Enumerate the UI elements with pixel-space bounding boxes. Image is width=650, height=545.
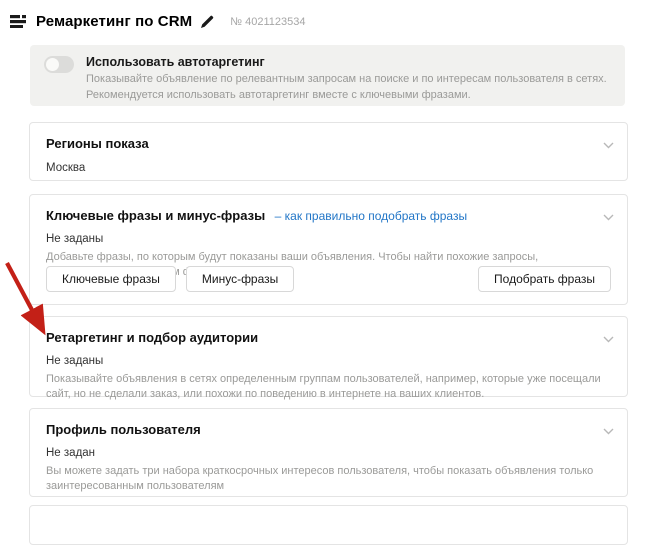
keywords-help-link[interactable]: – как правильно подобрать фразы	[275, 209, 467, 223]
card-user-profile-title: Профиль пользователя	[46, 422, 201, 437]
page-title: Ремаркетинг по CRM	[36, 13, 192, 30]
card-retargeting: Ретаргетинг и подбор аудитории Не заданы…	[29, 316, 628, 397]
card-regions-value: Москва	[46, 162, 611, 174]
card-keywords-status: Не заданы	[46, 233, 611, 245]
card-retargeting-title: Ретаргетинг и подбор аудитории	[46, 330, 258, 345]
autotargeting-section: Использовать автотаргетинг Показывайте о…	[30, 45, 625, 106]
card-retargeting-status: Не заданы	[46, 355, 611, 367]
campaign-list-icon	[10, 15, 26, 28]
autotargeting-toggle[interactable]	[44, 56, 74, 73]
card-regions: Регионы показа Москва	[29, 122, 628, 181]
edit-pencil-icon[interactable]	[200, 15, 214, 29]
page-header: Ремаркетинг по CRM № 4021123534	[10, 13, 305, 30]
toggle-knob	[46, 58, 59, 71]
campaign-number: № 4021123534	[230, 16, 305, 28]
keywords-button[interactable]: Ключевые фразы	[46, 266, 176, 292]
card-user-profile-status: Не задан	[46, 447, 611, 459]
minus-phrases-button[interactable]: Минус-фразы	[186, 266, 294, 292]
chevron-down-icon[interactable]	[603, 136, 614, 143]
card-user-profile-description: Вы можете задать три набора краткосрочны…	[46, 464, 611, 495]
chevron-down-icon[interactable]	[603, 422, 614, 429]
card-retargeting-description: Показывайте объявления в сетях определен…	[46, 372, 611, 403]
card-next-partial	[29, 505, 628, 545]
pick-phrases-button[interactable]: Подобрать фразы	[478, 266, 611, 292]
card-keywords: Ключевые фразы и минус-фразы – как прави…	[29, 194, 628, 305]
chevron-down-icon[interactable]	[603, 330, 614, 337]
autotargeting-description: Показывайте объявление по релевантным за…	[86, 72, 609, 104]
card-user-profile: Профиль пользователя Не задан Вы можете …	[29, 408, 628, 497]
card-keywords-title: Ключевые фразы и минус-фразы	[46, 208, 265, 223]
card-regions-title: Регионы показа	[46, 136, 149, 151]
autotargeting-title: Использовать автотаргетинг	[86, 55, 609, 69]
chevron-down-icon[interactable]	[603, 208, 614, 215]
